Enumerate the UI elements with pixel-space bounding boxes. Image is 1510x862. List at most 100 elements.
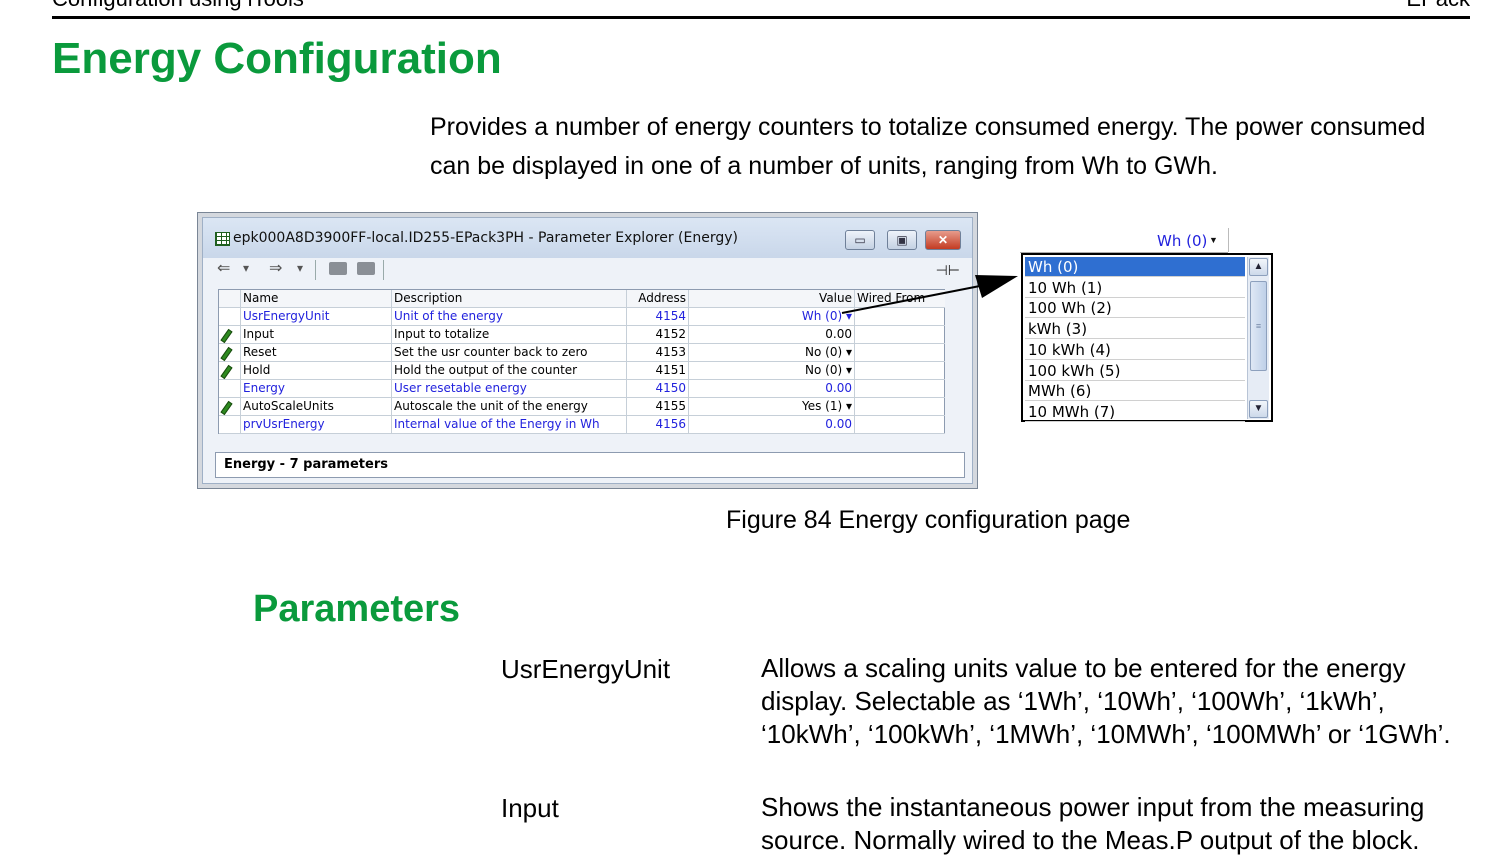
param-address-cell: 4150 — [627, 380, 689, 398]
pencil-icon — [220, 400, 233, 416]
param-description: Allows a scaling units value to be enter… — [761, 653, 1451, 749]
pin-icon[interactable]: ⊣⊢ — [936, 262, 960, 279]
table-row[interactable]: Hold Hold the output of the counter 4151 No… — [219, 362, 945, 380]
param-wired-from-cell[interactable] — [855, 416, 945, 434]
param-value-cell[interactable]: 0.00 — [689, 380, 855, 398]
row-icon-cell — [219, 398, 241, 416]
dropdown-option[interactable]: 10 kWh (4) — [1025, 340, 1245, 360]
param-wired-from-cell[interactable] — [855, 362, 945, 380]
dropdown-option[interactable]: Wh (0) — [1025, 257, 1245, 277]
dropdown-scrollbar[interactable]: ▲ ≡ ▼ — [1247, 257, 1269, 419]
param-description-cell: Input to totalize — [392, 326, 627, 344]
parameter-grid: Name Description Address Value Wired Fro… — [218, 289, 945, 434]
param-name: Input — [501, 793, 559, 823]
unit-dropdown-list: Wh (0) 10 Wh (1) 100 Wh (2) kWh (3) 10 kWh (… — [1021, 253, 1273, 422]
param-description-cell: Hold the output of the counter — [392, 362, 627, 380]
page-header-left: Configuration using iTools — [52, 0, 304, 12]
header-rule — [52, 16, 1470, 19]
column-header-address[interactable]: Address — [627, 290, 689, 308]
pencil-icon — [220, 346, 233, 362]
dropdown-option[interactable]: kWh (3) — [1025, 319, 1245, 340]
column-header-name[interactable]: Name — [241, 290, 392, 308]
param-description-cell: User resetable energy — [392, 380, 627, 398]
close-button[interactable]: ✕ — [925, 230, 961, 250]
pencil-icon — [220, 328, 233, 344]
param-name-cell[interactable]: AutoScaleUnits — [241, 398, 392, 416]
dropdown-option[interactable]: 100 kWh (5) — [1025, 361, 1245, 381]
dropdown-arrow-icon[interactable]: ▼ — [1209, 235, 1218, 245]
table-row[interactable]: Energy User resetable energy 4150 0.00 — [219, 380, 945, 398]
parameter-explorer-window: epk000A8D3900FF-local.ID255-EPack3PH - P… — [197, 212, 978, 489]
dropdown-option[interactable]: 10 Wh (1) — [1025, 278, 1245, 298]
toolbar-separator — [383, 260, 384, 280]
folder-up-icon[interactable] — [329, 262, 347, 275]
maximize-button[interactable]: ▣ — [887, 230, 917, 250]
column-header-description[interactable]: Description — [392, 290, 627, 308]
param-value-cell[interactable]: 0.00 — [689, 326, 855, 344]
param-description-cell: Autoscale the unit of the energy — [392, 398, 627, 416]
param-name-cell[interactable]: Reset — [241, 344, 392, 362]
row-icon-cell — [219, 362, 241, 380]
param-wired-from-cell[interactable] — [855, 308, 945, 326]
param-wired-from-cell[interactable] — [855, 380, 945, 398]
param-wired-from-cell[interactable] — [855, 344, 945, 362]
param-name-cell[interactable]: Input — [241, 326, 392, 344]
intro-paragraph: Provides a number of energy counters to … — [430, 113, 1426, 180]
param-wired-from-cell[interactable] — [855, 326, 945, 344]
table-row[interactable]: AutoScaleUnits Autoscale the unit of the … — [219, 398, 945, 416]
figure-caption: Figure 84 Energy configuration page — [726, 506, 1131, 534]
header-icon-cell — [219, 290, 241, 308]
param-name-cell[interactable]: UsrEnergyUnit — [241, 308, 392, 326]
table-row[interactable]: Reset Set the usr counter back to zero 415… — [219, 344, 945, 362]
param-name-cell[interactable]: prvUsrEnergy — [241, 416, 392, 434]
dropdown-current-value[interactable]: Wh (0) — [1157, 232, 1207, 250]
folder-icon[interactable] — [357, 262, 375, 275]
page-title: Energy Configuration — [52, 34, 502, 83]
param-address-cell: 4153 — [627, 344, 689, 362]
param-address-cell: 4156 — [627, 416, 689, 434]
back-arrow-icon[interactable]: ⇐ — [217, 258, 230, 278]
row-icon-cell — [219, 416, 241, 434]
param-address-cell: 4154 — [627, 308, 689, 326]
param-value-cell[interactable]: No (0) ▾ — [689, 344, 855, 362]
table-row[interactable]: Input Input to totalize 4152 0.00 — [219, 326, 945, 344]
param-value-cell[interactable]: Wh (0) ▾ — [689, 308, 855, 326]
scroll-down-icon[interactable]: ▼ — [1249, 400, 1268, 418]
dropdown-option[interactable]: MWh (6) — [1025, 381, 1245, 402]
toolbar-separator — [315, 260, 316, 280]
param-value-cell[interactable]: 0.00 — [689, 416, 855, 434]
grid-header-row: Name Description Address Value Wired Fro… — [219, 290, 945, 308]
param-value-cell[interactable]: No (0) ▾ — [689, 362, 855, 380]
page-header-right: EPack — [1406, 0, 1470, 12]
param-value-cell[interactable]: Yes (1) ▾ — [689, 398, 855, 416]
column-header-wired-from[interactable]: Wired From — [855, 290, 945, 308]
section-heading: Parameters — [253, 588, 461, 630]
table-row[interactable]: UsrEnergyUnit Unit of the energy 4154 Wh (0… — [219, 308, 945, 326]
param-description-cell: Unit of the energy — [392, 308, 627, 326]
dropdown-option[interactable]: 10 MWh (7) — [1025, 402, 1245, 422]
scroll-up-icon[interactable]: ▲ — [1249, 258, 1268, 276]
param-name-cell[interactable]: Hold — [241, 362, 392, 380]
param-description-cell: Internal value of the Energy in Wh — [392, 416, 627, 434]
forward-menu-icon[interactable]: ▾ — [297, 261, 303, 275]
param-description: Shows the instantaneous power input from… — [761, 792, 1425, 855]
grid-app-icon — [215, 232, 230, 246]
scroll-thumb[interactable]: ≡ — [1250, 281, 1267, 371]
row-icon-cell — [219, 344, 241, 362]
minimize-button[interactable]: ▭ — [845, 230, 875, 250]
param-name: UsrEnergyUnit — [501, 654, 671, 684]
window-frame: epk000A8D3900FF-local.ID255-EPack3PH - P… — [202, 217, 973, 484]
param-address-cell: 4151 — [627, 362, 689, 380]
column-header-value[interactable]: Value — [689, 290, 855, 308]
param-address-cell: 4155 — [627, 398, 689, 416]
param-name-cell[interactable]: Energy — [241, 380, 392, 398]
window-title: epk000A8D3900FF-local.ID255-EPack3PH - P… — [233, 230, 738, 246]
row-icon-cell — [219, 308, 241, 326]
param-wired-from-cell[interactable] — [855, 398, 945, 416]
status-bar: Energy - 7 parameters — [215, 452, 965, 478]
param-description-cell: Set the usr counter back to zero — [392, 344, 627, 362]
table-row[interactable]: prvUsrEnergy Internal value of the Energy… — [219, 416, 945, 434]
dropdown-option[interactable]: 100 Wh (2) — [1025, 298, 1245, 319]
forward-arrow-icon[interactable]: ⇒ — [269, 258, 282, 278]
back-menu-icon[interactable]: ▾ — [243, 261, 249, 275]
